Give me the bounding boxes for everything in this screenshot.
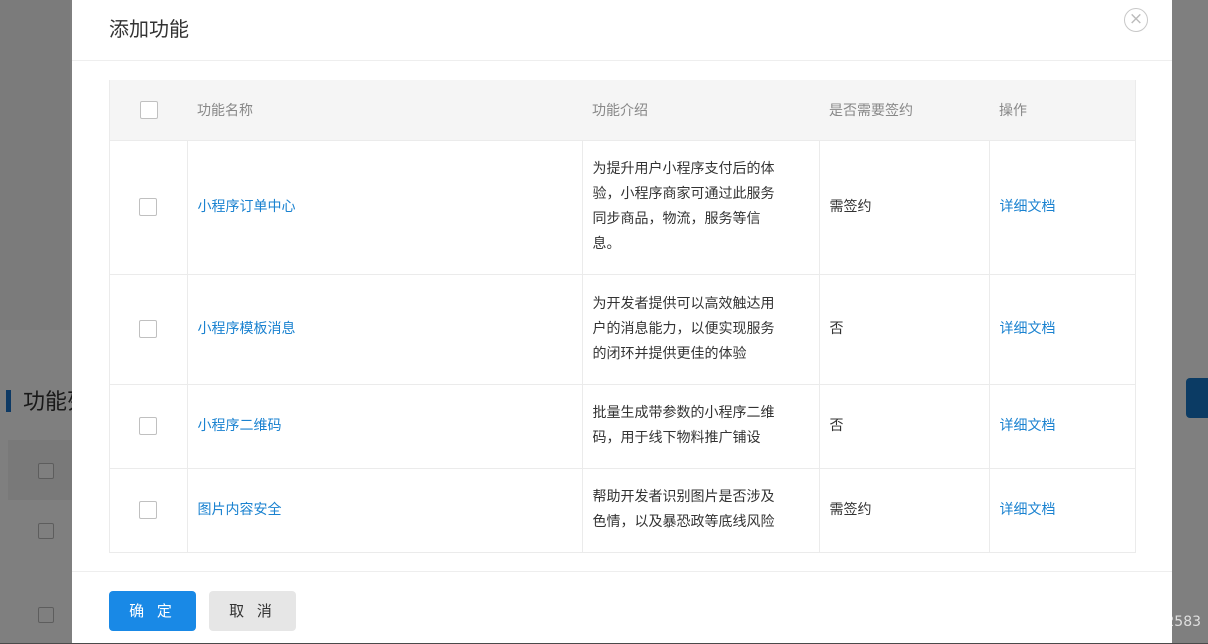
sign-required-cell: 需签约 xyxy=(819,139,990,274)
table-row: 小程序订单中心 为提升用户小程序支付后的体 验，小程序商家可通过此服务 同步商品… xyxy=(110,139,1135,274)
sign-required-cell: 否 xyxy=(819,383,990,468)
table-row: 图片内容安全 帮助开发者识别图片是否涉及 色情，以及暴恐政等底线风险 需签约 详… xyxy=(110,467,1135,552)
row-checkbox[interactable] xyxy=(139,500,158,519)
header-name: 功能名称 xyxy=(197,102,253,119)
feature-table: 功能名称 功能介绍 是否需要签约 操作 小程序订单中心 为提升用户小程序支付后的… xyxy=(109,80,1136,553)
feature-desc-cell: 为提升用户小程序支付后的体 验，小程序商家可通过此服务 同步商品，物流，服务等信… xyxy=(582,139,820,274)
desc-line: 码，用于线下物料推广铺设 xyxy=(592,430,761,446)
action-cell: 详细文档 xyxy=(989,467,1135,552)
doc-link[interactable]: 详细文档 xyxy=(1000,418,1056,434)
doc-link[interactable]: 详细文档 xyxy=(1000,502,1056,518)
feature-desc-cell: 批量生成带参数的小程序二维 码，用于线下物料推广铺设 xyxy=(582,383,820,468)
action-cell: 详细文档 xyxy=(989,273,1135,384)
dialog-footer: 确 定 取 消 xyxy=(72,571,1172,644)
row-checkbox[interactable] xyxy=(139,319,158,338)
dialog-header: 添加功能 × xyxy=(72,0,1172,61)
row-select-cell xyxy=(110,139,188,274)
desc-line: 为开发者提供可以高效触达用 xyxy=(592,295,775,312)
feature-desc-cell: 帮助开发者识别图片是否涉及 色情，以及暴恐政等底线风险 xyxy=(582,467,820,552)
header-select-all xyxy=(110,80,187,140)
select-all-checkbox[interactable] xyxy=(139,100,158,119)
confirm-button[interactable]: 确 定 xyxy=(109,591,196,631)
desc-line: 为提升用户小程序支付后的体 xyxy=(592,161,775,177)
dialog-title: 添加功能 xyxy=(109,17,189,41)
watermark: https://blog.csdn.net/weixin_43322583 xyxy=(928,614,1202,630)
desc-line: 的闭环并提供更佳的体验 xyxy=(592,345,747,362)
feature-name-link[interactable]: 小程序二维码 xyxy=(198,418,282,434)
row-select-cell xyxy=(110,273,188,384)
feature-name-cell: 小程序订单中心 xyxy=(187,139,583,274)
row-checkbox[interactable] xyxy=(139,416,158,435)
action-cell: 详细文档 xyxy=(989,383,1135,468)
doc-link[interactable]: 详细文档 xyxy=(1000,199,1056,215)
sign-required-cell: 否 xyxy=(819,273,990,384)
feature-name-cell: 图片内容安全 xyxy=(187,467,583,552)
add-feature-dialog: 添加功能 × 功能名称 功能介绍 是否需要签约 操作 小程序订单中心 为提升用户… xyxy=(72,0,1172,643)
table-header-row: 功能名称 功能介绍 是否需要签约 操作 xyxy=(110,80,1135,140)
feature-name-cell: 小程序模板消息 xyxy=(187,273,583,384)
action-cell: 详细文档 xyxy=(989,139,1135,274)
sign-required-cell: 需签约 xyxy=(819,467,990,552)
feature-name-link[interactable]: 小程序订单中心 xyxy=(198,199,296,215)
feature-name-link[interactable]: 小程序模板消息 xyxy=(198,321,296,337)
desc-line: 批量生成带参数的小程序二维 xyxy=(592,405,775,421)
desc-line: 同步商品，物流，服务等信 xyxy=(592,211,761,227)
desc-line: 验，小程序商家可通过此服务 xyxy=(592,186,775,202)
desc-line: 帮助开发者识别图片是否涉及 xyxy=(592,489,775,506)
feature-name-link[interactable]: 图片内容安全 xyxy=(198,502,282,518)
header-desc: 功能介绍 xyxy=(592,102,648,119)
desc-line: 息。 xyxy=(592,236,621,252)
cancel-button[interactable]: 取 消 xyxy=(209,591,296,631)
table-row: 小程序模板消息 为开发者提供可以高效触达用 户的消息能力，以便实现服务 的闭环并… xyxy=(110,273,1135,384)
desc-line: 色情，以及暴恐政等底线风险 xyxy=(592,514,775,531)
row-select-cell xyxy=(110,467,188,552)
doc-link[interactable]: 详细文档 xyxy=(1000,321,1056,337)
table-row: 小程序二维码 批量生成带参数的小程序二维 码，用于线下物料推广铺设 否 详细文档 xyxy=(110,383,1135,468)
header-action: 操作 xyxy=(999,102,1027,119)
row-select-cell xyxy=(110,383,188,468)
desc-line: 户的消息能力，以便实现服务 xyxy=(592,320,775,337)
close-icon[interactable]: × xyxy=(1124,8,1148,32)
row-checkbox[interactable] xyxy=(139,197,158,216)
feature-name-cell: 小程序二维码 xyxy=(187,383,583,468)
header-sign: 是否需要签约 xyxy=(829,102,913,119)
feature-desc-cell: 为开发者提供可以高效触达用 户的消息能力，以便实现服务 的闭环并提供更佳的体验 xyxy=(582,273,820,384)
